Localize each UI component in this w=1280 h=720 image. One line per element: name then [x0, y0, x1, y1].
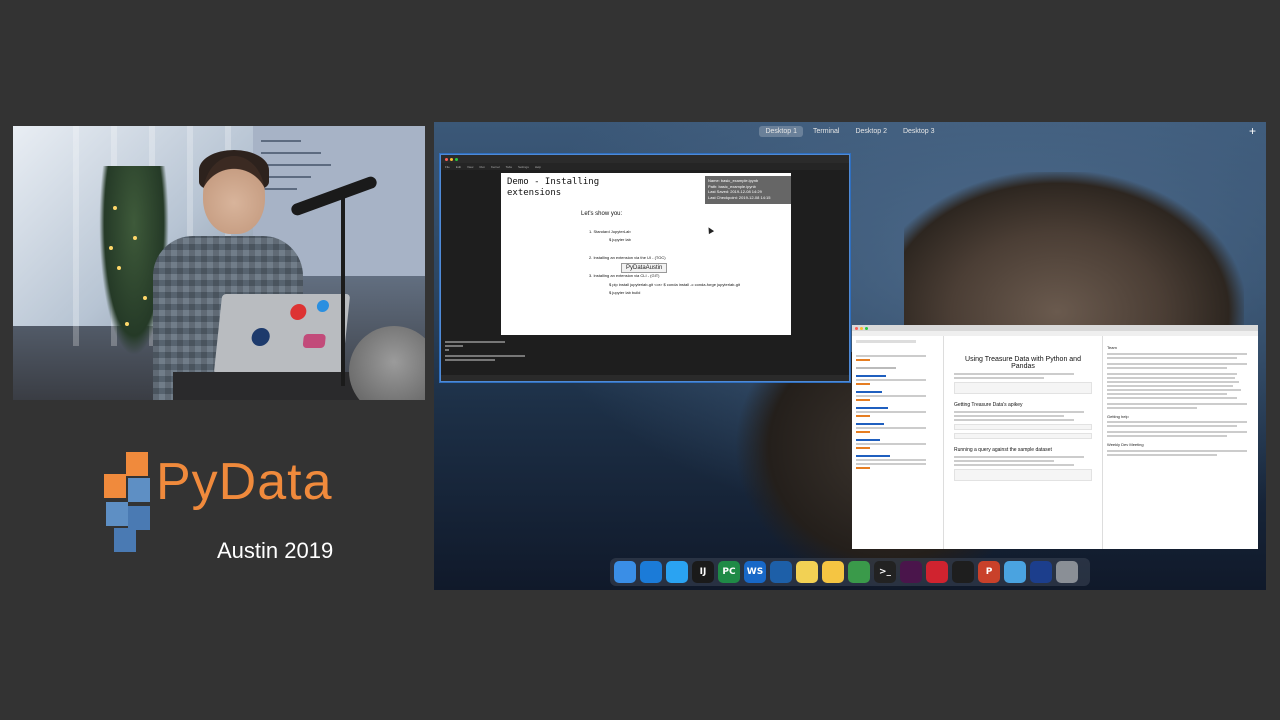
extension-entry[interactable] [856, 439, 939, 449]
space-terminal[interactable]: Terminal [807, 126, 845, 137]
safari-icon[interactable] [640, 561, 662, 583]
menu-kernel[interactable]: Kernel [491, 165, 500, 169]
logo-cube [106, 502, 128, 526]
space-desktop-1[interactable]: Desktop 1 [759, 125, 803, 137]
notebook-paragraph [954, 373, 1092, 379]
code-cell[interactable] [954, 382, 1092, 394]
slide-code-1: $ jupyter lab [609, 237, 631, 242]
menu-edit[interactable]: Edit [456, 165, 461, 169]
code-cell[interactable] [954, 424, 1092, 430]
menu-file[interactable]: File [445, 165, 450, 169]
intellij-icon[interactable]: IJ [692, 561, 714, 583]
appstore-icon[interactable] [666, 561, 688, 583]
close-window-icon[interactable] [445, 157, 448, 161]
speaker-camera-feed [13, 126, 425, 400]
pocketcasts-icon[interactable] [926, 561, 948, 583]
extension-entry[interactable] [856, 407, 939, 417]
extension-entry[interactable] [856, 455, 939, 469]
logo-text: PyData [156, 453, 333, 511]
readme-heading: Weekly Dev Meeting [1107, 442, 1144, 447]
stickies-icon[interactable] [822, 561, 844, 583]
slide-title: Demo - Installing extensions [507, 177, 600, 198]
activity-monitor-icon[interactable] [952, 561, 974, 583]
section-heading: Getting Treasure Data's apikey [954, 402, 1023, 408]
space-desktop-3[interactable]: Desktop 3 [897, 126, 941, 137]
readme-heading: Getting help [1107, 413, 1129, 419]
readme-panel: Team Getting help Weekly Dev Meeting [1102, 336, 1258, 549]
space-desktop-2[interactable]: Desktop 2 [849, 126, 893, 137]
extension-manager-panel [852, 336, 944, 549]
vscode-icon[interactable] [770, 561, 792, 583]
slide-code-4: $ jupyter lab build [609, 290, 641, 295]
minimize-window-icon[interactable] [450, 157, 453, 161]
slide-item-2: 2. Installing an extension via the UI - … [589, 255, 666, 260]
speaker-head [203, 156, 265, 234]
notebook-window[interactable]: Using Treasure Data with Python and Pand… [852, 325, 1258, 549]
add-space-button[interactable]: + [1249, 124, 1256, 138]
code-cell[interactable] [954, 469, 1092, 481]
logo-cube [104, 474, 126, 498]
slide-item-3: 3. Installing an extension via CLI - (GI… [589, 273, 660, 278]
console-output [445, 339, 745, 361]
readme-heading: Team [1107, 345, 1117, 350]
zoom-window-icon[interactable] [455, 157, 458, 161]
pycharm-icon[interactable]: PC [718, 561, 740, 583]
menu-tabs[interactable]: Tabs [506, 165, 512, 169]
pydata-logo: PyData Austin 2019 [100, 448, 360, 568]
macos-dock: IJ PC WS >_ P [610, 558, 1090, 586]
close-window-icon[interactable] [855, 326, 858, 330]
slide-intro: Let's show you: [581, 211, 623, 217]
webstorm-icon[interactable]: WS [744, 561, 766, 583]
logo-cube [126, 452, 148, 476]
mission-control-spaces: Desktop 1 Terminal Desktop 2 Desktop 3 [434, 122, 1266, 140]
notebook-paragraph [954, 411, 1092, 421]
jupyter-statusbar [441, 375, 849, 381]
speaker-laptop [213, 294, 351, 374]
logo-event: Austin 2019 [217, 538, 334, 563]
slide-item-1: 1. Standard JupyterLab [589, 229, 631, 234]
finder-icon[interactable] [614, 561, 636, 583]
slack-icon[interactable] [900, 561, 922, 583]
section-heading: Running a query against the sample datas… [954, 447, 1052, 453]
chrome-icon[interactable] [848, 561, 870, 583]
extension-section [856, 367, 939, 369]
screen-icon[interactable] [1030, 561, 1052, 583]
extension-entry[interactable] [856, 423, 939, 433]
logo-cube [114, 528, 136, 552]
code-cell[interactable] [954, 433, 1092, 439]
folder-icon[interactable] [1004, 561, 1026, 583]
menu-run[interactable]: Run [479, 165, 485, 169]
notes-icon[interactable] [796, 561, 818, 583]
trash-icon[interactable] [1056, 561, 1078, 583]
minimize-window-icon[interactable] [860, 326, 863, 330]
audience-member-head [349, 326, 425, 400]
logo-cube [128, 478, 150, 502]
terminal-icon[interactable]: >_ [874, 561, 896, 583]
notebook-paragraph [954, 456, 1092, 466]
menu-view[interactable]: View [467, 165, 473, 169]
notebook-title: Using Treasure Data with Python and Pand… [965, 356, 1081, 370]
hover-label: PyDataAustin [621, 263, 668, 273]
tooltip-checkpoint: Last Checkpoint: 2019-12-08 14:15 [708, 194, 771, 200]
extension-entry[interactable] [856, 349, 939, 361]
window-titlebar [441, 155, 849, 163]
screen-share: Desktop 1 Terminal Desktop 2 Desktop 3 +… [434, 122, 1266, 590]
menu-help[interactable]: Help [535, 165, 541, 169]
jupyterlab-window[interactable]: File Edit View Run Kernel Tabs Settings … [440, 154, 850, 382]
extension-entry[interactable] [856, 391, 939, 401]
powerpoint-icon[interactable]: P [978, 561, 1000, 583]
slide-code-3: $ pip install jupyterlab-git <or> $ cond… [609, 282, 740, 287]
jupyter-menubar: File Edit View Run Kernel Tabs Settings … [441, 163, 849, 170]
mic-stand [341, 196, 345, 386]
file-info-tooltip: Name: basic_example.ipynb Path: basic_ex… [705, 176, 791, 204]
menu-settings[interactable]: Settings [518, 165, 529, 169]
extension-entry[interactable] [856, 375, 939, 385]
zoom-window-icon[interactable] [865, 326, 868, 330]
notebook-document: Using Treasure Data with Python and Pand… [948, 336, 1098, 549]
logo-cube [128, 506, 150, 530]
